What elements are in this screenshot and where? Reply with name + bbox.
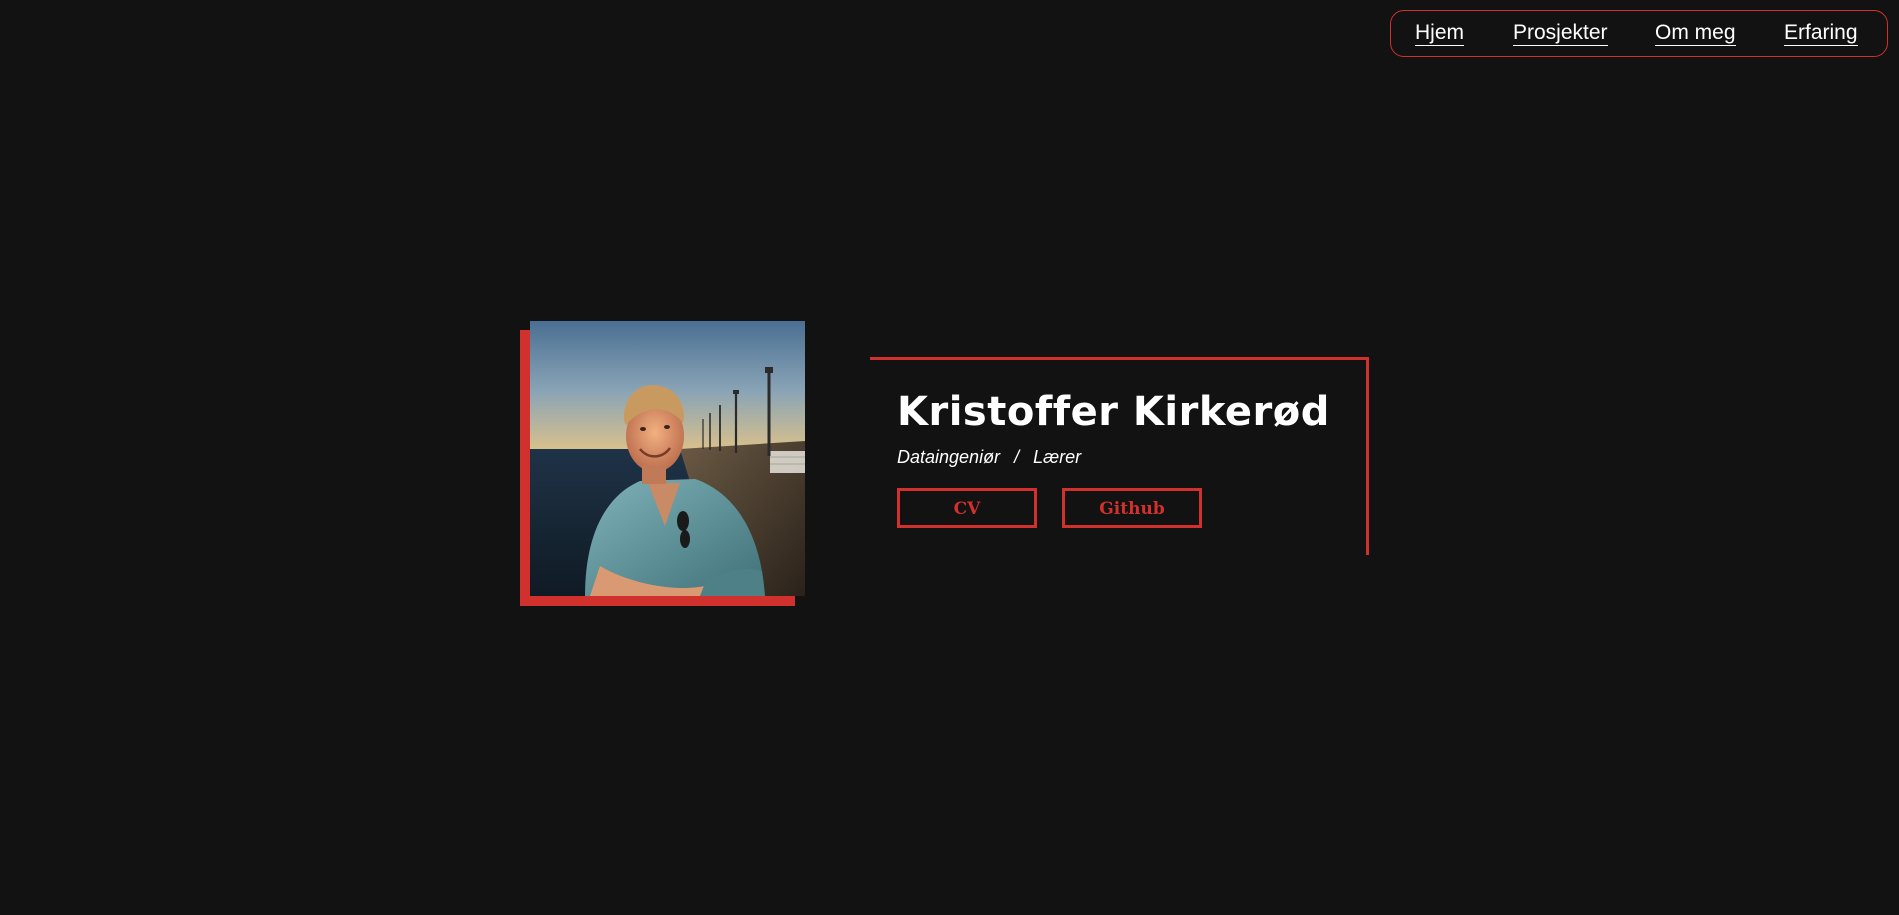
nav-link-prosjekter[interactable]: Prosjekter bbox=[1513, 21, 1608, 46]
top-nav: Hjem Prosjekter Om meg Erfaring bbox=[1390, 10, 1888, 57]
nav-link-hjem[interactable]: Hjem bbox=[1415, 21, 1465, 46]
role-dataingenior: Dataingeniør bbox=[897, 447, 1001, 467]
hero-name: Kristoffer Kirkerød bbox=[897, 389, 1330, 435]
nav-link-erfaring[interactable]: Erfaring bbox=[1784, 21, 1858, 46]
card-right-border bbox=[1366, 357, 1369, 555]
role-separator: / bbox=[1014, 447, 1020, 467]
profile-photo bbox=[530, 321, 805, 596]
page: Hjem Prosjekter Om meg Erfaring Kristoff… bbox=[0, 0, 1899, 915]
github-button[interactable]: Github bbox=[1062, 488, 1202, 528]
card-top-border bbox=[870, 357, 1369, 360]
hero-roles: Dataingeniør / Lærer bbox=[897, 446, 1081, 468]
nav-link-om-meg[interactable]: Om meg bbox=[1655, 21, 1736, 46]
role-laerer: Lærer bbox=[1033, 447, 1082, 467]
cv-button[interactable]: CV bbox=[897, 488, 1037, 528]
